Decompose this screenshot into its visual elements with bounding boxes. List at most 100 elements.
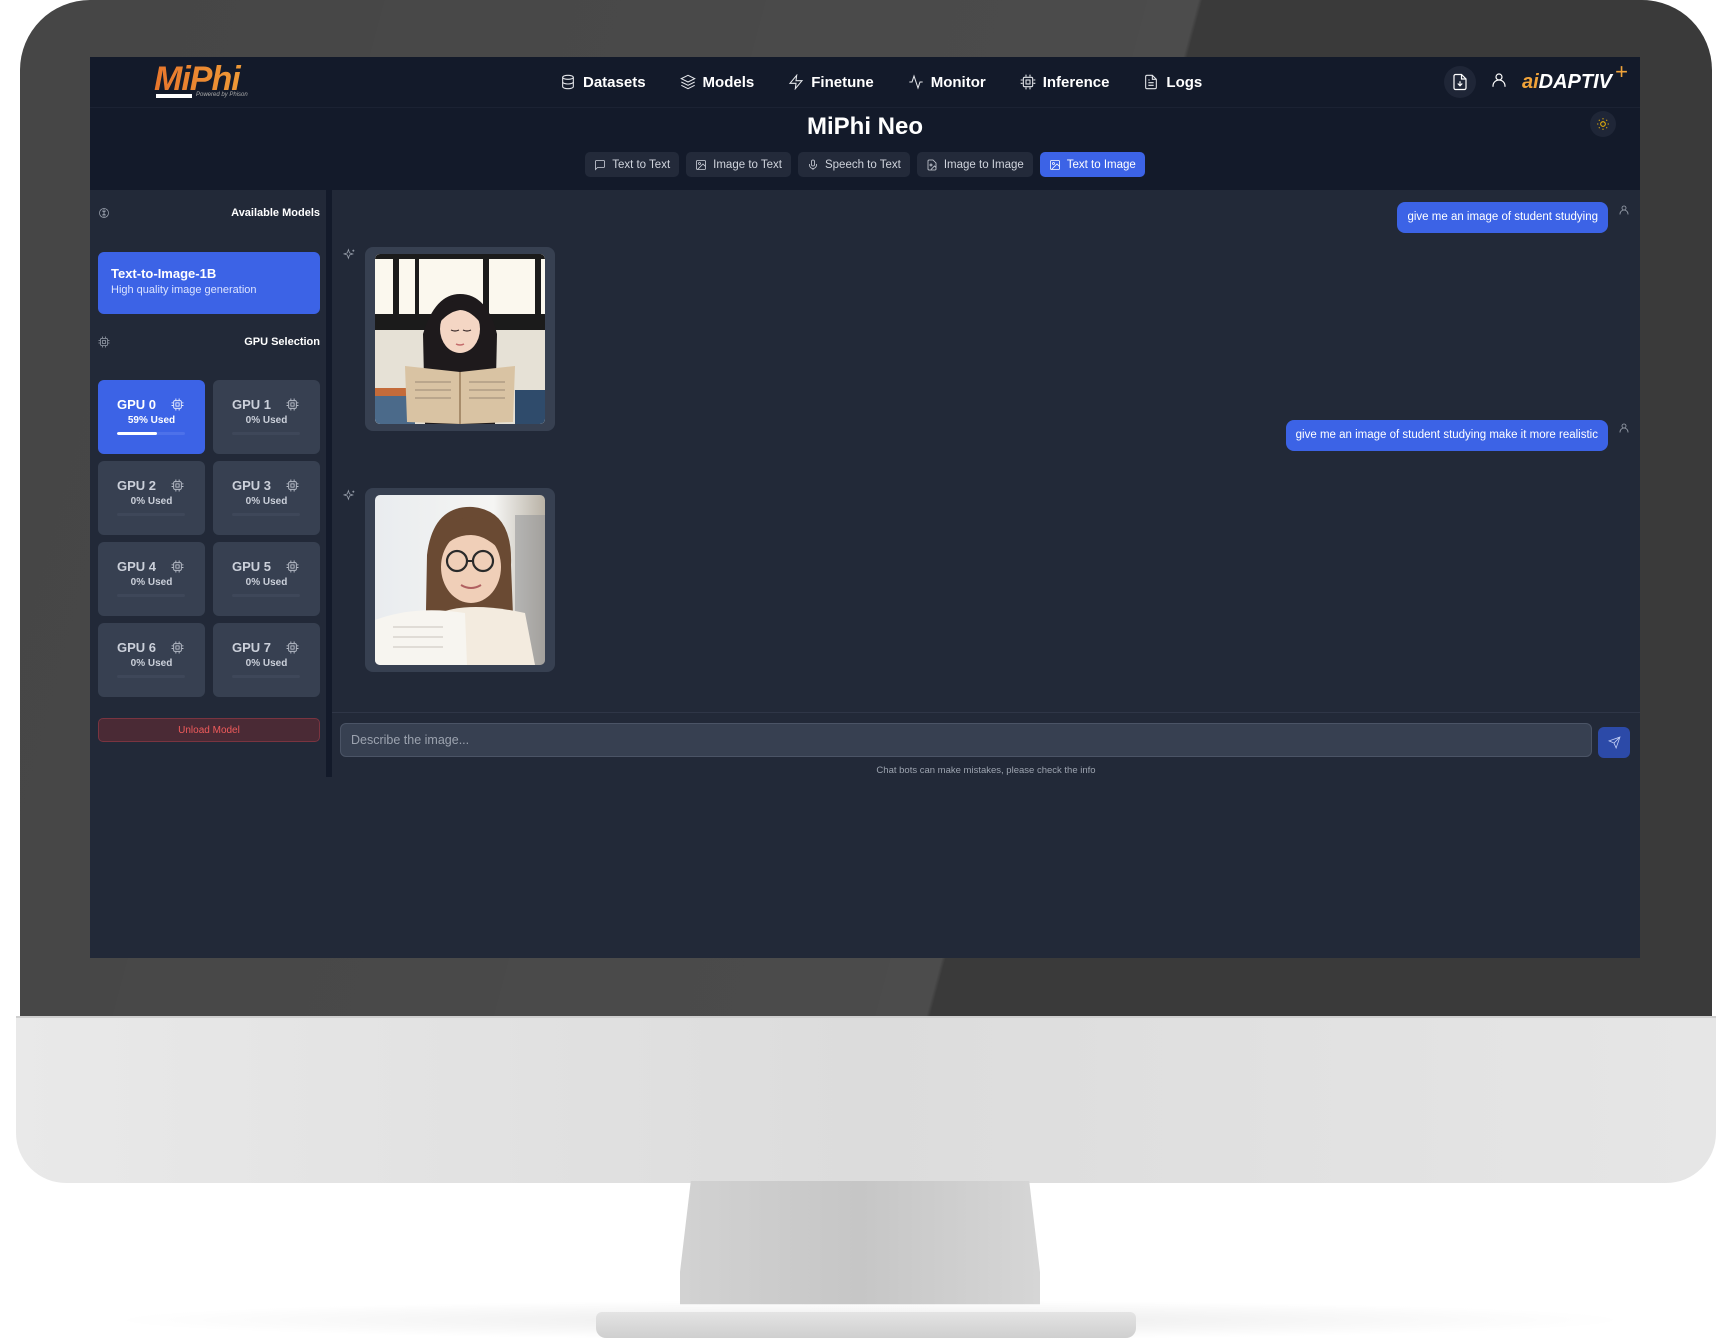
user-avatar-icon: [1618, 203, 1630, 215]
user-profile-button[interactable]: [1490, 71, 1508, 94]
gpu-selection-header: GPU Selection: [98, 336, 320, 348]
main-nav: Datasets Models Finetune Monitor Inferen…: [560, 57, 1202, 107]
gpu-name: GPU 6: [117, 640, 157, 655]
gpu-name: GPU 7: [232, 640, 272, 655]
generated-image-illustration[interactable]: [375, 254, 545, 424]
cpu-icon: [1020, 74, 1036, 90]
gpu-usage-label: 0% Used: [130, 658, 173, 669]
top-navbar: MiPhi Powered by Phison Datasets Models …: [90, 57, 1640, 108]
theme-toggle-button[interactable]: [1590, 111, 1616, 137]
cpu-icon: [171, 560, 184, 573]
tab-speech-to-text[interactable]: Speech to Text: [797, 152, 910, 177]
cpu-icon: [171, 479, 184, 492]
tab-image-to-text[interactable]: Image to Text: [686, 152, 791, 177]
activity-icon: [909, 74, 923, 90]
gpu-card-5[interactable]: GPU 5 0% Used: [213, 542, 320, 616]
disclaimer-text: Chat bots can make mistakes, please chec…: [876, 765, 1096, 776]
model-description: High quality image generation: [111, 284, 257, 296]
file-text-icon: [1145, 74, 1158, 90]
mode-tabs: Text to Text Image to Text Speech to Tex…: [90, 152, 1640, 177]
gpu-card-4[interactable]: GPU 4 0% Used: [98, 542, 205, 616]
cpu-icon: [98, 336, 110, 348]
cpu-icon: [171, 641, 184, 654]
send-icon: [1607, 736, 1621, 749]
gpu-usage-fill: [117, 432, 158, 435]
tab-image-to-image[interactable]: Image to Image: [916, 152, 1033, 177]
message-square-icon: [595, 159, 606, 170]
gpu-usage-bar: [117, 513, 185, 516]
model-card-text-to-image-1b[interactable]: Text-to-Image-1B High quality image gene…: [98, 252, 320, 314]
gpu-usage-label: 0% Used: [245, 658, 288, 669]
header-actions: aiDAPTIV +: [1443, 57, 1628, 107]
miphi-logo[interactable]: MiPhi Powered by Phison: [154, 62, 264, 100]
file-image-icon: [927, 159, 937, 170]
file-download-icon: [1453, 73, 1467, 91]
chat-divider: [332, 712, 1640, 713]
cpu-icon: [286, 560, 299, 573]
gpu-grid: GPU 0 59% Used GPU 1 0% Used GPU 2 0% Used GPU…: [98, 380, 320, 697]
gpu-usage-label: 0% Used: [245, 415, 288, 426]
mic-icon: [809, 159, 817, 170]
page-title: MiPhi Neo: [806, 113, 923, 140]
image-icon: [1049, 159, 1060, 170]
tab-text-to-text[interactable]: Text to Text: [585, 152, 680, 177]
gpu-name: GPU 0: [117, 397, 157, 412]
screen-empty-area: [90, 777, 1640, 958]
gpu-card-7[interactable]: GPU 7 0% Used: [213, 623, 320, 697]
nav-logs[interactable]: Logs: [1143, 74, 1202, 91]
gpu-usage-label: 59% Used: [127, 415, 176, 426]
sun-icon: [1597, 118, 1609, 130]
monitor-stand-foot: [596, 1312, 1136, 1338]
nav-datasets[interactable]: Datasets: [560, 74, 646, 91]
send-button[interactable]: [1598, 727, 1630, 758]
gpu-card-3[interactable]: GPU 3 0% Used: [213, 461, 320, 535]
gpu-usage-bar: [117, 432, 185, 435]
generated-image-card[interactable]: [365, 488, 555, 672]
gpu-card-1[interactable]: GPU 1 0% Used: [213, 380, 320, 454]
nav-finetune[interactable]: Finetune: [788, 74, 874, 91]
unload-model-button[interactable]: Unload Model: [98, 718, 320, 742]
zap-icon: [789, 74, 804, 90]
nav-monitor[interactable]: Monitor: [908, 74, 986, 91]
download-button[interactable]: [1443, 66, 1476, 98]
database-icon: [562, 74, 574, 90]
user-message: give me an image of student studying mak…: [1285, 420, 1608, 451]
cpu-icon: [286, 641, 299, 654]
gpu-name: GPU 1: [232, 397, 272, 412]
gpu-usage-bar: [232, 594, 300, 597]
monitor-chin: [16, 1016, 1716, 1183]
chat-panel: give me an image of student studying giv…: [332, 190, 1640, 777]
gpu-name: GPU 3: [232, 478, 272, 493]
aidaptiv-logo: aiDAPTIV +: [1521, 58, 1628, 93]
monitor-stand: [680, 1181, 1040, 1305]
user-avatar-icon: [1618, 421, 1630, 433]
gpu-usage-label: 0% Used: [130, 577, 173, 588]
nav-inference[interactable]: Inference: [1020, 74, 1109, 91]
gpu-card-0[interactable]: GPU 0 59% Used: [98, 380, 205, 454]
nav-models[interactable]: Models: [679, 74, 754, 91]
gpu-usage-bar: [232, 675, 300, 678]
cpu-icon: [286, 479, 299, 492]
user-message: give me an image of student studying: [1397, 202, 1608, 233]
gpu-name: GPU 4: [117, 559, 157, 574]
layers-icon: [679, 74, 696, 90]
user-icon: [1492, 72, 1506, 87]
gpu-card-6[interactable]: GPU 6 0% Used: [98, 623, 205, 697]
prompt-input[interactable]: [340, 723, 1592, 757]
cpu-icon: [171, 398, 184, 411]
sparkles-icon: [342, 248, 356, 261]
generated-image-realistic[interactable]: [375, 495, 545, 665]
available-models-header: Available Models: [98, 207, 320, 219]
gpu-usage-bar: [117, 675, 185, 678]
gpu-name: GPU 2: [117, 478, 157, 493]
gpu-usage-bar: [232, 513, 300, 516]
gpu-usage-bar: [232, 432, 300, 435]
gpu-usage-label: 0% Used: [245, 496, 288, 507]
tab-text-to-image[interactable]: Text to Image: [1039, 152, 1145, 177]
gpu-name: GPU 5: [232, 559, 272, 574]
model-name: Text-to-Image-1B: [111, 266, 217, 281]
gpu-usage-bar: [117, 594, 185, 597]
gpu-card-2[interactable]: GPU 2 0% Used: [98, 461, 205, 535]
gpu-usage-label: 0% Used: [245, 577, 288, 588]
generated-image-card[interactable]: [365, 247, 555, 431]
